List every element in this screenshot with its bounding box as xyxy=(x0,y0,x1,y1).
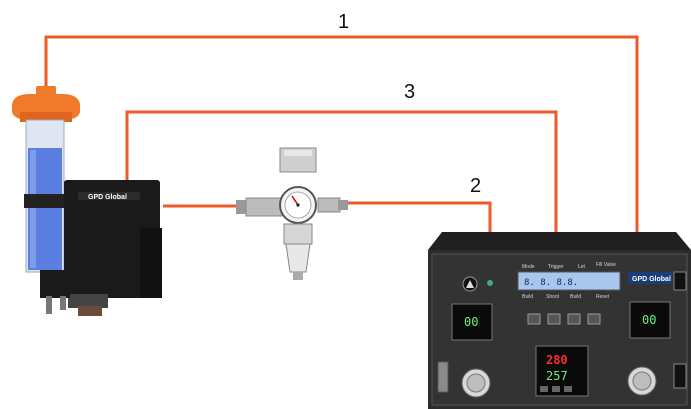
trigger-switch[interactable] xyxy=(673,271,687,291)
svg-text:Reset: Reset xyxy=(596,294,610,300)
control-button-1[interactable] xyxy=(527,313,541,325)
connection-diagram: 1 3 2 GPD Global 8. 8. 8.8. Mode Trigger… xyxy=(12,11,691,409)
lcd-text: 8. 8. 8.8. xyxy=(524,278,578,288)
mode-switch[interactable] xyxy=(673,363,687,389)
left-pressure-readout: 00 xyxy=(451,303,493,341)
power-button[interactable] xyxy=(462,276,478,292)
controller-brand-badge: GPD Global xyxy=(628,272,672,284)
temp-pv: 280 xyxy=(546,353,568,367)
right-gauge-value: 00 xyxy=(642,313,656,327)
temperature-controller: 280 257 xyxy=(535,345,589,397)
air-regulator xyxy=(236,147,348,280)
control-button-2[interactable] xyxy=(547,313,561,325)
svg-text:Fill Valve: Fill Valve xyxy=(596,262,616,268)
temp-sv: 257 xyxy=(546,369,568,383)
right-pressure-readout: 00 xyxy=(629,301,671,339)
svg-text:Mode: Mode xyxy=(522,264,535,270)
left-gauge-value: 00 xyxy=(464,315,478,329)
svg-text:Build: Build xyxy=(570,294,581,300)
control-button-3[interactable] xyxy=(567,313,581,325)
svg-text:Let: Let xyxy=(578,264,586,270)
valve-brand-text: GPD Global xyxy=(88,194,127,201)
label-line-1: 1 xyxy=(338,11,349,33)
label-line-2: 2 xyxy=(470,175,481,197)
svg-text:Shoot: Shoot xyxy=(546,294,560,300)
right-regulator-knob[interactable] xyxy=(627,366,657,396)
syringe-valve-assembly: GPD Global xyxy=(12,86,162,316)
side-connector xyxy=(437,361,449,393)
control-button-4[interactable] xyxy=(587,313,601,325)
line-3 xyxy=(125,110,558,238)
svg-text:Build: Build xyxy=(522,294,533,300)
label-line-3: 3 xyxy=(404,81,415,103)
svg-text:Trigger: Trigger xyxy=(548,264,564,270)
left-regulator-knob[interactable] xyxy=(461,368,491,398)
syringe-cap xyxy=(12,86,80,122)
status-led xyxy=(487,280,493,286)
pressure-gauge xyxy=(279,186,317,224)
controller-brand-text: GPD Global xyxy=(632,276,671,283)
dispense-controller: 8. 8. 8.8. Mode Trigger Let Fill Valve B… xyxy=(428,232,691,409)
